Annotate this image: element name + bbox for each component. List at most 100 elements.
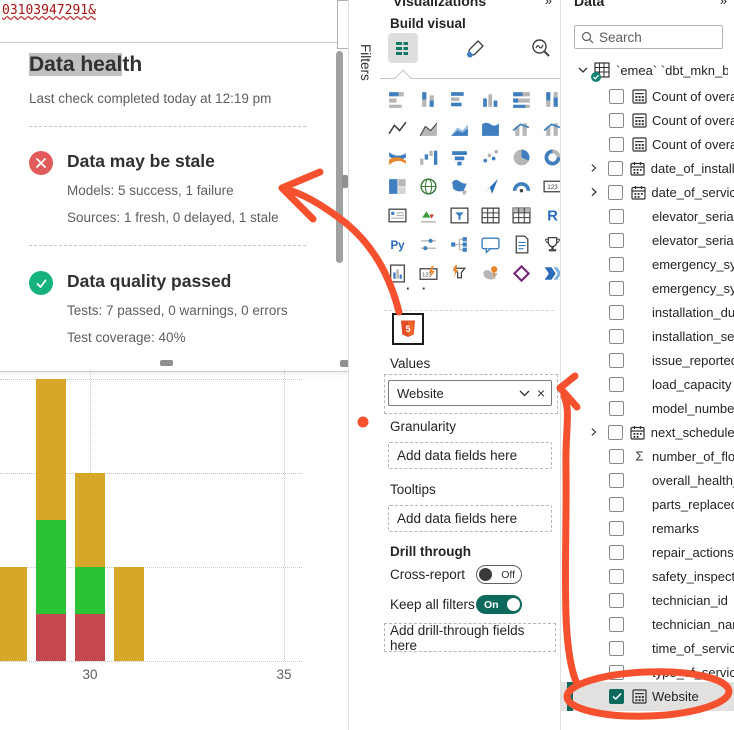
analytics-tab[interactable]	[526, 33, 556, 63]
scatter-chart[interactable]	[478, 145, 502, 169]
bar-segment-gold-bin31[interactable]	[114, 567, 144, 661]
histogram-visual[interactable]: 3035	[0, 370, 348, 730]
azure-map[interactable]	[478, 174, 502, 198]
kpi[interactable]	[416, 203, 440, 227]
filled-map[interactable]	[447, 174, 471, 198]
field-row-elevator_serial_[interactable]: elevator_serial_...	[561, 204, 734, 228]
field-checkbox[interactable]	[609, 593, 624, 608]
field-checkbox[interactable]	[609, 281, 624, 296]
field-row-parts_replaced[interactable]: parts_replaced	[561, 492, 734, 516]
field-row-elevator_serial_[interactable]: elevator_serial_...	[561, 228, 734, 252]
bar-segment-gold-bin28[interactable]	[0, 567, 27, 661]
field-row-installation_serv[interactable]: installation_serv...	[561, 324, 734, 348]
field-checkbox[interactable]	[609, 305, 624, 320]
field-row-remarks[interactable]: remarks	[561, 516, 734, 540]
collapse-button[interactable]	[337, 0, 348, 49]
stacked-bar-chart[interactable]	[385, 87, 409, 111]
cross-report-toggle[interactable]: Off	[476, 565, 522, 584]
field-checkbox[interactable]	[609, 569, 624, 584]
field-checkbox[interactable]	[609, 665, 624, 680]
resize-handle-corner[interactable]	[340, 360, 348, 367]
ribbon-chart[interactable]	[385, 145, 409, 169]
field-row-date_of_service[interactable]: date_of_service	[561, 180, 734, 204]
chevron-down-icon[interactable]	[519, 390, 530, 397]
bar-segment-green-bin30[interactable]	[75, 567, 105, 614]
field-row-safety_inspectio[interactable]: safety_inspectio...	[561, 564, 734, 588]
field-checkbox[interactable]	[609, 353, 624, 368]
clustered-bar-chart[interactable]	[447, 87, 471, 111]
bar-segment-red-bin30[interactable]	[75, 614, 105, 661]
multi-row-card[interactable]	[385, 203, 409, 227]
field-checkbox[interactable]	[609, 257, 624, 272]
line-and-stacked-column-chart[interactable]	[509, 116, 533, 140]
bar-segment-green-bin29[interactable]	[36, 520, 66, 614]
field-row-time_of_service[interactable]: time_of_service	[561, 636, 734, 660]
field-row-emergency_syst[interactable]: emergency_syst...	[561, 252, 734, 276]
bar-segment-gold-bin29[interactable]	[36, 379, 66, 520]
field-checkbox[interactable]	[609, 329, 624, 344]
field-checkbox[interactable]	[609, 401, 624, 416]
chevron-right-icon[interactable]	[591, 187, 597, 197]
field-row-type_of_service[interactable]: type_of_service	[561, 660, 734, 684]
field-checkbox[interactable]	[609, 449, 624, 464]
field-row-installation_dur[interactable]: installation_dur...	[561, 300, 734, 324]
tooltips-well[interactable]: Add data fields here	[388, 505, 552, 532]
field-checkbox[interactable]	[609, 137, 624, 152]
get-more-visuals-button[interactable]: · · ·	[390, 281, 430, 296]
field-row-load_capacity[interactable]: load_capacity	[561, 372, 734, 396]
key-influencers[interactable]	[416, 232, 440, 256]
field-checkbox[interactable]	[609, 377, 624, 392]
field-row-Countofoveral[interactable]: Count of overal...	[561, 84, 734, 108]
waterfall-chart[interactable]	[416, 145, 440, 169]
chevron-right-icon[interactable]	[591, 427, 597, 437]
field-row-Website[interactable]: Website	[561, 682, 734, 711]
stacked-column-chart[interactable]	[416, 87, 440, 111]
field-checkbox[interactable]	[609, 641, 624, 656]
field-checkbox[interactable]	[608, 425, 623, 440]
map[interactable]	[416, 174, 440, 198]
gauge[interactable]	[509, 174, 533, 198]
field-checkbox[interactable]	[609, 497, 624, 512]
field-row-emergency_syst[interactable]: emergency_syst...	[561, 276, 734, 300]
filters-pane-collapsed[interactable]: Filters	[348, 0, 382, 730]
funnel-chart[interactable]	[447, 145, 471, 169]
matrix[interactable]	[509, 203, 533, 227]
python-visual[interactable]: Py	[385, 232, 409, 256]
field-checkbox[interactable]	[609, 233, 624, 248]
field-checkbox[interactable]	[609, 113, 624, 128]
model-root-row[interactable]: `emea` `dbt_mkn_bron...	[561, 58, 734, 82]
power-apps[interactable]	[509, 261, 533, 285]
field-row-next_scheduled[interactable]: next_scheduled...	[561, 420, 734, 444]
collapse-pane-icon[interactable]: »	[545, 0, 552, 8]
clustered-column-chart[interactable]	[478, 87, 502, 111]
slicer-new[interactable]	[447, 261, 471, 285]
area-chart[interactable]	[416, 116, 440, 140]
data-health-tooltip-visual[interactable]: Data health Last check completed today a…	[0, 42, 348, 372]
line-chart[interactable]	[385, 116, 409, 140]
100-stacked-bar-chart[interactable]	[509, 87, 533, 111]
field-checkbox[interactable]	[609, 617, 624, 632]
field-checkbox[interactable]	[608, 185, 623, 200]
field-checkbox[interactable]	[609, 209, 624, 224]
remove-field-icon[interactable]: ×	[537, 385, 545, 401]
field-checkbox[interactable]	[608, 161, 623, 176]
chevron-down-icon[interactable]	[578, 67, 588, 74]
field-row-issue_reported[interactable]: issue_reported	[561, 348, 734, 372]
resize-handle-bottom[interactable]	[160, 360, 173, 366]
field-checkbox[interactable]	[609, 521, 624, 536]
field-checkbox[interactable]	[609, 545, 624, 560]
format-visual-tab[interactable]	[460, 33, 490, 63]
arcgis-map[interactable]	[478, 261, 502, 285]
build-visual-tab[interactable]	[388, 33, 418, 63]
collapse-pane-icon[interactable]: »	[720, 0, 727, 8]
decomposition-tree[interactable]	[447, 232, 471, 256]
table[interactable]	[478, 203, 502, 227]
values-field-pill[interactable]: Website ×	[388, 380, 552, 406]
search-input[interactable]: Search	[574, 25, 723, 49]
html-content-visual-button[interactable]: 5	[392, 313, 424, 345]
field-row-repair_actions_t[interactable]: repair_actions_t...	[561, 540, 734, 564]
treemap[interactable]	[385, 174, 409, 198]
field-row-model_number[interactable]: model_number	[561, 396, 734, 420]
bar-segment-gold-bin30[interactable]	[75, 473, 105, 567]
smart-narrative[interactable]	[509, 232, 533, 256]
